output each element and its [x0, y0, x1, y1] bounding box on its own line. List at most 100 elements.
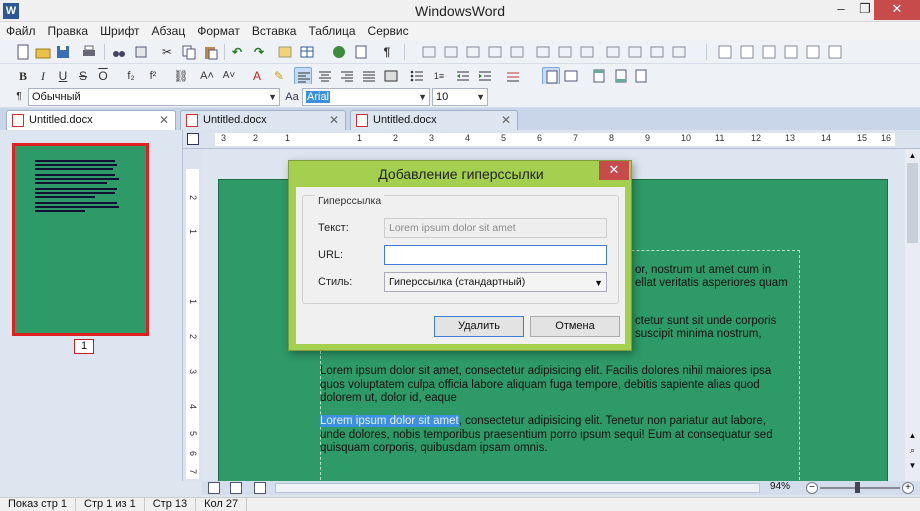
- spellcheck-icon[interactable]: [132, 43, 150, 61]
- new-document-icon[interactable]: [14, 43, 32, 61]
- table-tool-8-icon[interactable]: [578, 43, 596, 61]
- url-input[interactable]: [384, 245, 607, 265]
- align-center-icon[interactable]: [316, 67, 334, 85]
- italic-icon[interactable]: I: [34, 67, 52, 85]
- style-select[interactable]: Гиперссылка (стандартный) ▼: [384, 272, 607, 292]
- overline-icon[interactable]: O: [94, 67, 112, 85]
- menu-insert[interactable]: Вставка: [246, 22, 303, 40]
- table-tool-2-icon[interactable]: [442, 43, 460, 61]
- page-down-icon[interactable]: ▼: [907, 461, 918, 471]
- cancel-button[interactable]: Отмена: [530, 316, 620, 337]
- decrease-indent-icon[interactable]: [454, 67, 472, 85]
- border-6-icon[interactable]: [826, 43, 844, 61]
- align-left-icon[interactable]: [294, 67, 312, 85]
- find-binoculars-icon[interactable]: [110, 43, 128, 61]
- subscript-icon[interactable]: f₂: [122, 67, 140, 85]
- zoom-out-icon[interactable]: −: [806, 482, 818, 494]
- table-tool-11-icon[interactable]: [648, 43, 666, 61]
- line-spacing-icon[interactable]: [504, 67, 522, 85]
- tab-document-2[interactable]: Untitled.docx ✕: [180, 110, 346, 130]
- menu-format[interactable]: Формат: [191, 22, 246, 40]
- bold-icon[interactable]: B: [14, 67, 32, 85]
- numbered-list-icon[interactable]: 1≡: [430, 67, 448, 85]
- vertical-ruler[interactable]: 2 1 1 2 3 4 5 6 7: [183, 149, 202, 481]
- link-chain-icon[interactable]: ⛓: [172, 67, 190, 85]
- menu-font[interactable]: Шрифт: [94, 22, 145, 40]
- tab-stop-selector[interactable]: [187, 133, 199, 145]
- table-tool-4-icon[interactable]: [486, 43, 504, 61]
- zoom-slider-thumb[interactable]: [855, 482, 860, 493]
- justify-icon[interactable]: [360, 67, 378, 85]
- menu-paragraph[interactable]: Абзац: [146, 22, 192, 40]
- text-field[interactable]: Lorem ipsum dolor sit amet: [384, 218, 607, 238]
- border-2-icon[interactable]: [738, 43, 756, 61]
- grow-font-icon[interactable]: A˄: [198, 67, 216, 85]
- close-tab-icon[interactable]: ✕: [329, 111, 339, 129]
- strikethrough-icon[interactable]: S: [74, 67, 92, 85]
- underline-icon[interactable]: U: [54, 67, 72, 85]
- superscript-icon[interactable]: f²: [144, 67, 162, 85]
- paste-icon[interactable]: [202, 43, 220, 61]
- tab-document-3[interactable]: Untitled.docx ✕: [350, 110, 518, 130]
- view-mode-print-icon[interactable]: [208, 482, 220, 494]
- hyperlink-globe-icon[interactable]: [330, 43, 348, 61]
- highlight-pen-icon[interactable]: ✎: [270, 67, 288, 85]
- copy-icon[interactable]: [180, 43, 198, 61]
- horizontal-ruler[interactable]: 3 2 1 1 2 3 4 5 6 7 8 9 10 11 12 13 14 1…: [183, 130, 920, 149]
- insert-object-icon[interactable]: [352, 43, 370, 61]
- web-view-icon[interactable]: [562, 67, 580, 85]
- find-magnifier-icon[interactable]: ⌕: [907, 445, 918, 457]
- table-tool-3-icon[interactable]: [464, 43, 482, 61]
- table-tool-10-icon[interactable]: [626, 43, 644, 61]
- border-5-icon[interactable]: [804, 43, 822, 61]
- shrink-font-icon[interactable]: A˅: [220, 67, 238, 85]
- cut-icon[interactable]: ✂: [158, 43, 176, 61]
- menu-file[interactable]: Файл: [0, 22, 42, 40]
- tab-document-1[interactable]: Untitled.docx ✕: [6, 110, 176, 131]
- menu-table[interactable]: Таблица: [302, 22, 361, 40]
- undo-icon[interactable]: ↶: [228, 43, 246, 61]
- align-right-icon[interactable]: [338, 67, 356, 85]
- bullet-list-icon[interactable]: [408, 67, 426, 85]
- show-formatting-icon[interactable]: ¶: [378, 43, 396, 61]
- table-tool-6-icon[interactable]: [534, 43, 552, 61]
- close-window-button[interactable]: ✕: [874, 0, 920, 20]
- view-mode-draft-icon[interactable]: [254, 482, 266, 494]
- open-folder-icon[interactable]: [34, 43, 52, 61]
- style-combobox[interactable]: Обычный ▼: [28, 88, 280, 106]
- font-size-combobox[interactable]: 10 ▼: [432, 88, 488, 106]
- insert-table-icon[interactable]: [298, 43, 316, 61]
- delete-button[interactable]: Удалить: [434, 316, 524, 337]
- table-tool-1-icon[interactable]: [420, 43, 438, 61]
- increase-indent-icon[interactable]: [476, 67, 494, 85]
- header-icon[interactable]: [590, 67, 608, 85]
- footer-icon[interactable]: [612, 67, 630, 85]
- close-tab-icon[interactable]: ✕: [159, 111, 169, 129]
- print-icon[interactable]: [80, 43, 98, 61]
- scroll-up-icon[interactable]: ▲: [907, 151, 918, 161]
- table-tool-5-icon[interactable]: [508, 43, 526, 61]
- border-4-icon[interactable]: [782, 43, 800, 61]
- page-thumbnail[interactable]: [12, 143, 149, 336]
- dialog-close-button[interactable]: ✕: [599, 161, 629, 180]
- view-mode-web-icon[interactable]: [230, 482, 242, 494]
- border-3-icon[interactable]: [760, 43, 778, 61]
- page-break-icon[interactable]: [632, 67, 650, 85]
- horizontal-scrollbar[interactable]: [275, 483, 760, 493]
- insert-image-icon[interactable]: [276, 43, 294, 61]
- font-color-icon[interactable]: A: [248, 67, 266, 85]
- zoom-in-icon[interactable]: +: [902, 482, 914, 494]
- page-up-icon[interactable]: ▲: [907, 431, 918, 441]
- save-icon[interactable]: [54, 43, 72, 61]
- menu-edit[interactable]: Правка: [42, 22, 95, 40]
- zoom-slider[interactable]: [820, 487, 900, 489]
- scroll-thumb[interactable]: [907, 163, 918, 243]
- table-tool-9-icon[interactable]: [604, 43, 622, 61]
- page-view-icon[interactable]: [542, 67, 560, 85]
- border-1-icon[interactable]: [716, 43, 734, 61]
- distribute-icon[interactable]: [382, 67, 400, 85]
- font-combobox[interactable]: Arial ▼: [302, 88, 430, 106]
- close-tab-icon[interactable]: ✕: [501, 111, 511, 129]
- table-tool-7-icon[interactable]: [556, 43, 574, 61]
- vertical-scrollbar[interactable]: ▲ ▲ ⌕ ▼: [905, 149, 920, 481]
